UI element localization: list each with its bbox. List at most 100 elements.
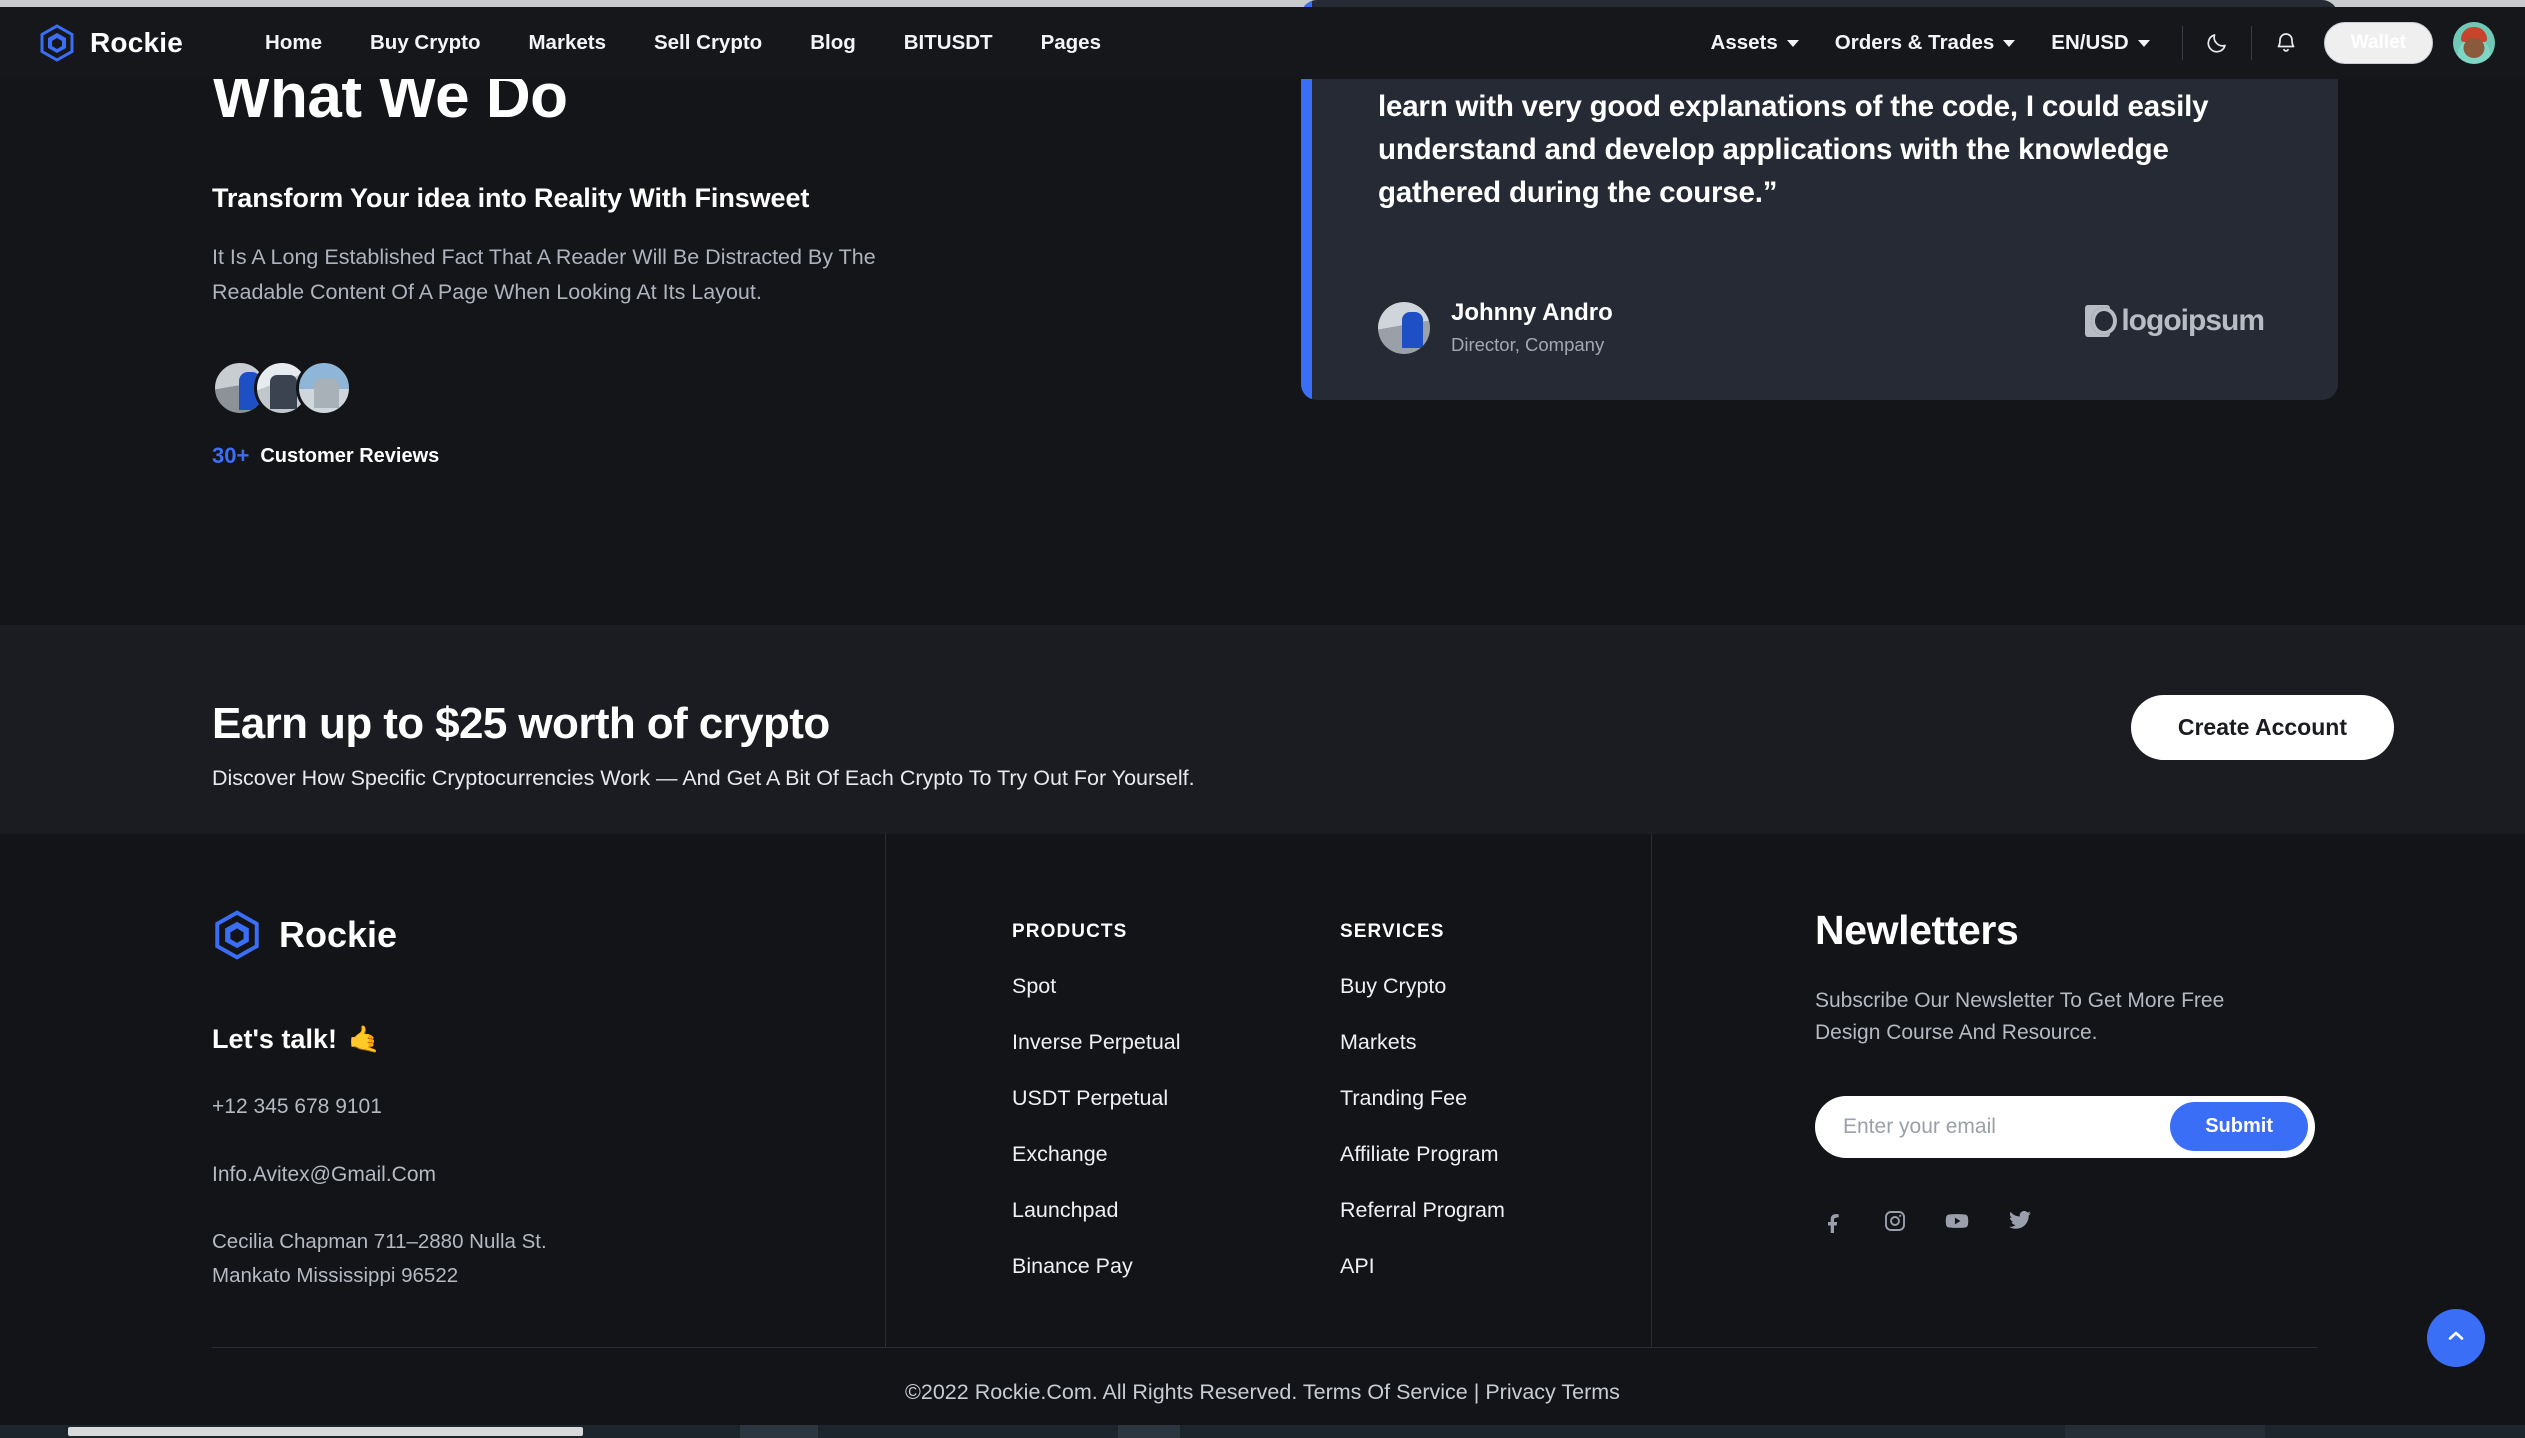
nav-item-markets[interactable]: Markets — [504, 23, 630, 63]
lets-talk-heading: Let's talk! 🤙 — [212, 1024, 547, 1055]
scrollbar-thumb[interactable] — [68, 1427, 583, 1436]
chevron-down-icon — [2003, 39, 2016, 47]
nav-item-pages[interactable]: Pages — [1017, 23, 1125, 63]
avatar — [1378, 301, 1430, 354]
privacy-terms-link[interactable]: Privacy Terms — [1485, 1380, 1620, 1404]
email-input[interactable] — [1843, 1114, 2171, 1139]
newsletter-column: Newletters Subscribe Our Newsletter To G… — [1815, 907, 2375, 1234]
earn-crypto-banner: Earn up to $25 worth of crypto Discover … — [0, 625, 2525, 834]
footer-brand-column: Rockie Let's talk! 🤙 +12 345 678 9101 In… — [212, 910, 547, 1292]
footer-address-line-1: Cecilia Chapman 711–2880 Nulla St. — [212, 1230, 547, 1253]
copyright-bar: ©2022 Rockie.Com. All Rights Reserved. T… — [0, 1380, 2525, 1405]
footer-link-api[interactable]: API — [1340, 1254, 1505, 1279]
avatar[interactable] — [2453, 22, 2495, 64]
chevron-up-icon — [2444, 1324, 2468, 1353]
footer-link-binance-pay[interactable]: Binance Pay — [1012, 1254, 1181, 1279]
top-navbar: Rockie Home Buy Crypto Markets Sell Cryp… — [0, 7, 2525, 79]
page-root: Rockie Home Buy Crypto Markets Sell Cryp… — [0, 0, 2525, 1438]
rockie-logo-icon — [38, 24, 76, 62]
footer-link-exchange[interactable]: Exchange — [1012, 1142, 1181, 1167]
copyright-text: ©2022 Rockie.Com. All Rights Reserved. — [905, 1380, 1303, 1404]
facebook-icon[interactable] — [1822, 1209, 1846, 1233]
footer-email[interactable]: Info.Avitex@Gmail.Com — [212, 1159, 547, 1191]
avatar — [296, 360, 352, 417]
nav-dropdown-assets-label: Assets — [1710, 31, 1778, 54]
instagram-icon[interactable] — [1883, 1209, 1907, 1233]
rockie-logo-icon — [212, 910, 262, 960]
main-nav: Home Buy Crypto Markets Sell Crypto Blog… — [241, 23, 1125, 63]
footer-address-line-2: Mankato Mississippi 96522 — [212, 1263, 459, 1287]
reviewer-avatars — [212, 360, 1112, 417]
what-we-do-section: What We Do Transform Your idea into Real… — [0, 0, 2525, 625]
cta-title: Earn up to $25 worth of crypto — [212, 699, 830, 748]
footer-products-heading: PRODUCTS — [1012, 921, 1128, 942]
nav-right-group: Assets Orders & Trades EN/USD Wallet — [1693, 22, 2495, 64]
nav-item-sell-crypto[interactable]: Sell Crypto — [630, 23, 786, 63]
scroll-to-top-button[interactable] — [2427, 1309, 2485, 1367]
nav-dropdown-orders-label: Orders & Trades — [1834, 31, 1995, 54]
call-me-hand-icon: 🤙 — [347, 1024, 381, 1054]
testimonial-author-role: Director, Company — [1451, 334, 1605, 355]
youtube-icon[interactable] — [1944, 1208, 1970, 1234]
nav-divider — [2250, 26, 2252, 60]
twitter-icon[interactable] — [2007, 1208, 2032, 1233]
lets-talk-text: Let's talk! — [212, 1024, 337, 1054]
hero-left-column: What We Do Transform Your idea into Real… — [212, 62, 1112, 469]
footer-horizontal-rule — [212, 1347, 2317, 1348]
brand-name: Rockie — [90, 27, 184, 58]
nav-item-bitusdt[interactable]: BITUSDT — [880, 23, 1017, 63]
nav-item-home[interactable]: Home — [241, 23, 346, 63]
hero-body-text: It Is A Long Established Fact That A Rea… — [212, 245, 876, 305]
footer-link-usdt-perpetual[interactable]: USDT Perpetual — [1012, 1086, 1181, 1111]
chevron-down-icon — [1786, 39, 1799, 47]
brand-logo[interactable]: Rockie — [38, 24, 183, 62]
newsletter-heading: Newletters — [1815, 907, 2019, 953]
site-footer: Rockie Let's talk! 🤙 +12 345 678 9101 In… — [0, 834, 2525, 1425]
footer-link-tranding-fee[interactable]: Tranding Fee — [1340, 1086, 1505, 1111]
chevron-down-icon — [2137, 39, 2150, 47]
moon-icon[interactable] — [2197, 23, 2237, 63]
customer-reviews: 30+ Customer Reviews — [212, 443, 1112, 469]
nav-dropdown-assets[interactable]: Assets — [1693, 23, 1817, 63]
copyright-divider: | — [1467, 1380, 1486, 1404]
footer-phone[interactable]: +12 345 678 9101 — [212, 1091, 547, 1123]
footer-link-buy-crypto[interactable]: Buy Crypto — [1340, 974, 1505, 999]
cta-subtitle: Discover How Specific Cryptocurrencies W… — [212, 766, 1195, 790]
create-account-button[interactable]: Create Account — [2130, 695, 2394, 760]
footer-link-inverse-perpetual[interactable]: Inverse Perpetual — [1012, 1030, 1181, 1055]
nav-dropdown-language-currency[interactable]: EN/USD — [2033, 23, 2167, 63]
nav-item-buy-crypto[interactable]: Buy Crypto — [346, 23, 504, 63]
company-logo: logoipsum — [2085, 304, 2265, 338]
taskbar-segment — [740, 1425, 818, 1438]
nav-item-blog[interactable]: Blog — [786, 23, 880, 63]
submit-button[interactable]: Submit — [2170, 1102, 2308, 1152]
taskbar-segment — [1118, 1425, 1180, 1438]
reviews-label: Customer Reviews — [260, 444, 440, 467]
footer-link-referral-program[interactable]: Referral Program — [1340, 1198, 1505, 1223]
footer-link-markets[interactable]: Markets — [1340, 1030, 1505, 1055]
newsletter-form: Submit — [1815, 1095, 2315, 1158]
newsletter-subtitle: Subscribe Our Newsletter To Get More Fre… — [1815, 989, 2225, 1044]
footer-products-column: PRODUCTS Spot Inverse Perpetual USDT Per… — [1012, 921, 1181, 1279]
footer-logo[interactable]: Rockie — [212, 910, 547, 960]
testimonial-author: Johnny Andro Director, Company — [1378, 299, 1613, 356]
company-logo-text: logoipsum — [2121, 304, 2265, 337]
footer-services-column: SERVICES Buy Crypto Markets Tranding Fee… — [1340, 921, 1505, 1279]
hero-subheading: Transform Your idea into Reality With Fi… — [212, 183, 810, 214]
nav-dropdown-orders-trades[interactable]: Orders & Trades — [1817, 23, 2034, 63]
footer-divider — [1651, 834, 1652, 1347]
footer-link-spot[interactable]: Spot — [1012, 974, 1181, 999]
bell-icon[interactable] — [2266, 23, 2306, 63]
wallet-button[interactable]: Wallet — [2323, 22, 2433, 64]
footer-link-affiliate-program[interactable]: Affiliate Program — [1340, 1142, 1505, 1167]
footer-brand-name: Rockie — [279, 914, 398, 955]
horizontal-scrollbar[interactable] — [0, 1425, 2525, 1438]
footer-services-heading: SERVICES — [1340, 921, 1445, 942]
footer-divider — [885, 834, 886, 1347]
nav-divider — [2181, 26, 2183, 60]
nav-dropdown-lang-label: EN/USD — [2051, 31, 2129, 54]
footer-link-launchpad[interactable]: Launchpad — [1012, 1198, 1181, 1223]
terms-of-service-link[interactable]: Terms Of Service — [1303, 1380, 1468, 1404]
social-links — [1822, 1208, 2375, 1234]
reviews-count: 30+ — [212, 443, 250, 469]
